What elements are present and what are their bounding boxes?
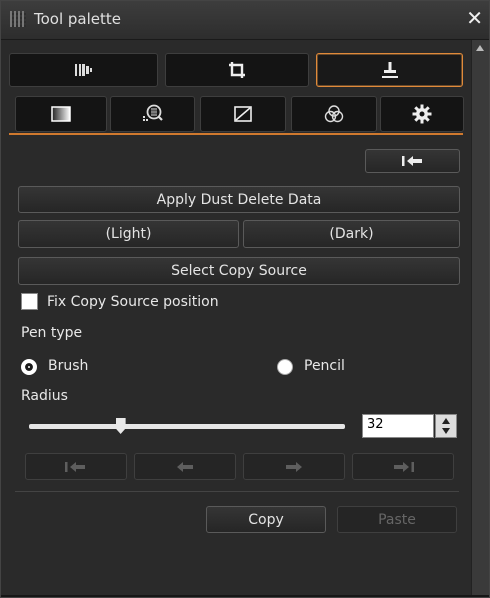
subtab-underline xyxy=(9,133,463,135)
magnifier-grid-icon xyxy=(142,104,163,121)
light-button[interactable]: (Light) xyxy=(18,220,239,248)
divider xyxy=(15,491,459,492)
scroll-up-icon[interactable] xyxy=(476,45,484,51)
subtab-gradient[interactable] xyxy=(15,96,107,132)
tab-histogram[interactable] xyxy=(9,53,158,87)
histogram-bars-icon xyxy=(74,64,92,76)
undo-button[interactable] xyxy=(134,453,236,480)
rgb-circles-icon xyxy=(324,105,344,123)
radius-slider[interactable] xyxy=(29,418,345,434)
gradient-square-icon xyxy=(51,106,71,122)
redo-icon xyxy=(286,461,302,472)
paste-button[interactable]: Paste xyxy=(337,506,457,533)
brush-label: Brush xyxy=(48,358,89,374)
brush-radio[interactable] xyxy=(21,359,37,375)
subtab-rgb[interactable] xyxy=(291,96,377,132)
close-button[interactable]: ✕ xyxy=(466,6,483,30)
undo-icon xyxy=(177,461,193,472)
radius-label: Radius xyxy=(21,388,68,404)
subtab-settings[interactable] xyxy=(380,96,464,132)
redo-to-end-icon xyxy=(394,461,414,472)
tone-curve-icon xyxy=(234,106,252,122)
undo-all-button[interactable] xyxy=(25,453,127,480)
redo-button[interactable] xyxy=(243,453,345,480)
redo-all-button[interactable] xyxy=(352,453,454,480)
subtab-magnifier[interactable] xyxy=(110,96,195,132)
subtab-tone-curve[interactable] xyxy=(200,96,286,132)
apply-dust-delete-button[interactable]: Apply Dust Delete Data xyxy=(18,186,460,213)
tool-palette-window: Tool palette ✕ Apply Dust Delete Data (L… xyxy=(0,0,490,598)
select-copy-source-button[interactable]: Select Copy Source xyxy=(18,257,460,285)
stamp-icon xyxy=(381,62,398,78)
title-bar[interactable]: Tool palette ✕ xyxy=(1,1,489,40)
undo-to-start-icon xyxy=(401,156,422,166)
undo-to-start-icon xyxy=(65,461,85,472)
grip-icon[interactable] xyxy=(10,11,26,27)
copy-button[interactable]: Copy xyxy=(206,506,326,533)
fix-copy-source-checkbox[interactable] xyxy=(21,293,38,310)
scrollbar[interactable] xyxy=(471,40,489,597)
tab-stamp[interactable] xyxy=(316,53,463,87)
bottom-edge xyxy=(1,595,489,597)
pencil-radio[interactable] xyxy=(277,359,293,375)
stepper-down-icon[interactable] xyxy=(442,428,450,434)
tab-crop[interactable] xyxy=(165,53,309,87)
pencil-label: Pencil xyxy=(304,358,345,374)
stepper-up-icon[interactable] xyxy=(442,418,450,424)
window-title: Tool palette xyxy=(34,10,122,28)
radius-stepper[interactable] xyxy=(435,414,457,438)
revert-button[interactable] xyxy=(365,149,460,173)
pen-type-label: Pen type xyxy=(21,325,83,341)
dark-button[interactable]: (Dark) xyxy=(243,220,460,248)
radius-input[interactable]: 32 xyxy=(362,414,434,438)
gear-icon xyxy=(412,104,432,124)
fix-copy-source-label: Fix Copy Source position xyxy=(47,294,219,310)
crop-icon xyxy=(229,62,245,78)
